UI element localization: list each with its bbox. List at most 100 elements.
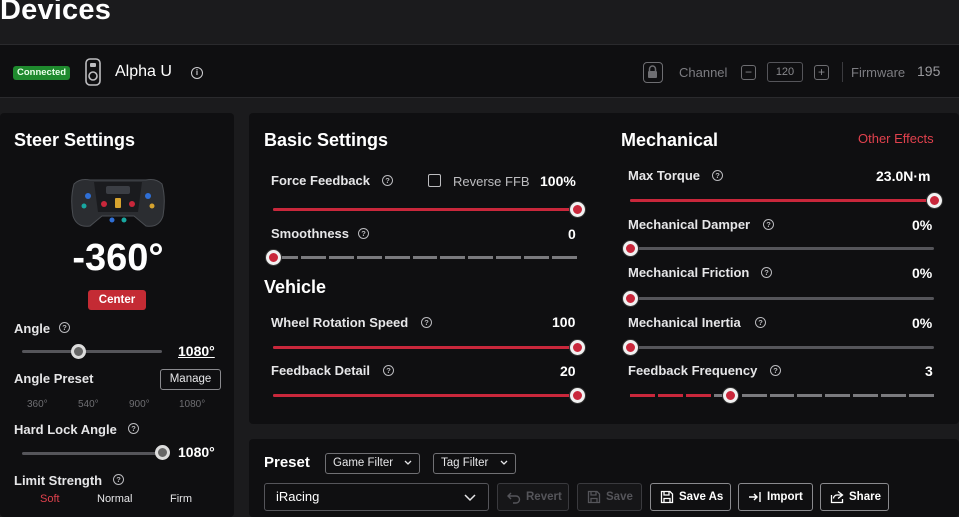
device-bar: Connected Alpha U i Channel − + Firmware… xyxy=(0,44,959,98)
limit-firm-option[interactable]: Firm xyxy=(170,493,192,505)
track-segment xyxy=(552,256,577,259)
center-button[interactable]: Center xyxy=(88,290,146,310)
lock-icon[interactable] xyxy=(643,62,663,83)
mechanical-damper-label: Mechanical Damper xyxy=(628,217,751,232)
preset-900[interactable]: 900° xyxy=(129,399,150,410)
channel-input[interactable] xyxy=(767,62,803,82)
game-filter-dropdown[interactable]: Game Filter xyxy=(325,453,420,474)
wheel-rotation-fill xyxy=(273,346,577,349)
basic-settings-title: Basic Settings xyxy=(264,130,389,150)
track-segment xyxy=(881,394,907,397)
angle-label: Angle xyxy=(14,321,51,336)
angle-value[interactable]: 1080° xyxy=(178,343,215,359)
mechanical-damper-track[interactable] xyxy=(630,247,934,250)
hard-lock-slider-track[interactable] xyxy=(22,452,162,455)
preset-360[interactable]: 360° xyxy=(27,399,48,410)
track-segment xyxy=(769,394,795,397)
preset-selected-value: iRacing xyxy=(276,489,320,504)
force-feedback-thumb[interactable] xyxy=(570,202,585,217)
track-segment xyxy=(657,394,683,397)
reverse-ffb-checkbox[interactable] xyxy=(428,174,441,187)
help-icon[interactable]: ? xyxy=(770,365,781,376)
help-icon[interactable]: ? xyxy=(421,317,432,328)
import-icon xyxy=(749,492,761,502)
track-segment xyxy=(630,394,655,397)
wheel-rotation-thumb[interactable] xyxy=(570,340,585,355)
share-label: Share xyxy=(849,491,881,503)
force-feedback-fill xyxy=(273,208,577,211)
firmware-value: 195 xyxy=(917,63,941,79)
wheel-rotation-speed-label: Wheel Rotation Speed xyxy=(271,315,409,330)
import-button[interactable]: Import xyxy=(738,483,813,511)
wheel-rotation-speed-value: 100 xyxy=(552,314,576,330)
limit-normal-option[interactable]: Normal xyxy=(97,493,132,505)
help-icon[interactable]: ? xyxy=(712,170,723,181)
track-segment xyxy=(412,256,438,259)
mechanical-friction-track[interactable] xyxy=(630,297,934,300)
channel-decrement-button[interactable]: − xyxy=(741,65,756,80)
revert-button[interactable]: Revert xyxy=(497,483,569,511)
save-label: Save xyxy=(606,491,633,503)
track-segment xyxy=(440,256,466,259)
mechanical-inertia-thumb[interactable] xyxy=(623,340,638,355)
smoothness-label: Smoothness xyxy=(271,226,350,241)
reverse-ffb-label: Reverse FFB xyxy=(453,174,530,189)
save-as-label: Save As xyxy=(679,491,724,503)
help-icon[interactable]: ? xyxy=(59,322,70,333)
track-segment xyxy=(524,256,550,259)
feedback-detail-value: 20 xyxy=(560,363,576,379)
help-icon[interactable]: ? xyxy=(113,474,124,485)
help-icon[interactable]: ? xyxy=(763,219,774,230)
mechanical-inertia-label: Mechanical Inertia xyxy=(628,315,741,330)
mechanical-friction-label: Mechanical Friction xyxy=(628,265,750,280)
feedback-frequency-track[interactable] xyxy=(630,394,934,397)
angle-slider-track[interactable] xyxy=(22,350,162,353)
divider xyxy=(842,62,843,82)
other-effects-link[interactable]: Other Effects xyxy=(858,131,934,146)
max-torque-thumb[interactable] xyxy=(927,193,942,208)
wheel-base-icon xyxy=(85,58,101,86)
force-feedback-label: Force Feedback xyxy=(271,173,370,188)
preset-540[interactable]: 540° xyxy=(78,399,99,410)
preset-title: Preset xyxy=(264,454,310,471)
limit-soft-option[interactable]: Soft xyxy=(40,493,60,505)
hard-lock-slider-thumb[interactable] xyxy=(155,445,170,460)
smoothness-thumb[interactable] xyxy=(266,250,281,265)
smoothness-track[interactable] xyxy=(273,256,577,259)
feedback-detail-thumb[interactable] xyxy=(570,388,585,403)
share-button[interactable]: Share xyxy=(820,483,889,511)
mechanical-friction-thumb[interactable] xyxy=(623,291,638,306)
help-icon[interactable]: ? xyxy=(382,175,393,186)
channel-increment-button[interactable]: + xyxy=(814,65,829,80)
hard-lock-value: 1080° xyxy=(178,444,215,460)
track-segment xyxy=(496,256,522,259)
track-segment xyxy=(685,394,711,397)
save-button[interactable]: Save xyxy=(577,483,642,511)
preset-1080[interactable]: 1080° xyxy=(179,399,205,410)
info-icon[interactable]: i xyxy=(191,67,203,79)
chevron-down-icon xyxy=(464,494,476,502)
mechanical-damper-thumb[interactable] xyxy=(623,241,638,256)
tag-filter-dropdown[interactable]: Tag Filter xyxy=(433,453,516,474)
mechanical-inertia-track[interactable] xyxy=(630,346,934,349)
track-segment xyxy=(300,256,326,259)
angle-preset-label: Angle Preset xyxy=(14,371,94,386)
preset-select[interactable]: iRacing xyxy=(264,483,489,511)
angle-slider-thumb[interactable] xyxy=(71,344,86,359)
help-icon[interactable]: ? xyxy=(383,365,394,376)
help-icon[interactable]: ? xyxy=(761,267,772,278)
chevron-down-icon xyxy=(500,460,508,465)
steer-settings-title: Steer Settings xyxy=(14,130,136,150)
help-icon[interactable]: ? xyxy=(358,228,369,239)
help-icon[interactable]: ? xyxy=(755,317,766,328)
vehicle-title: Vehicle xyxy=(264,277,327,297)
track-segment xyxy=(741,394,767,397)
device-name: Alpha U xyxy=(115,63,172,80)
manage-button[interactable]: Manage xyxy=(160,369,221,390)
save-as-button[interactable]: Save As xyxy=(650,483,731,511)
help-icon[interactable]: ? xyxy=(128,423,139,434)
mechanical-title: Mechanical xyxy=(621,130,719,150)
feedback-frequency-label: Feedback Frequency xyxy=(628,363,758,378)
game-filter-label: Game Filter xyxy=(333,457,394,469)
chevron-down-icon xyxy=(404,460,412,465)
